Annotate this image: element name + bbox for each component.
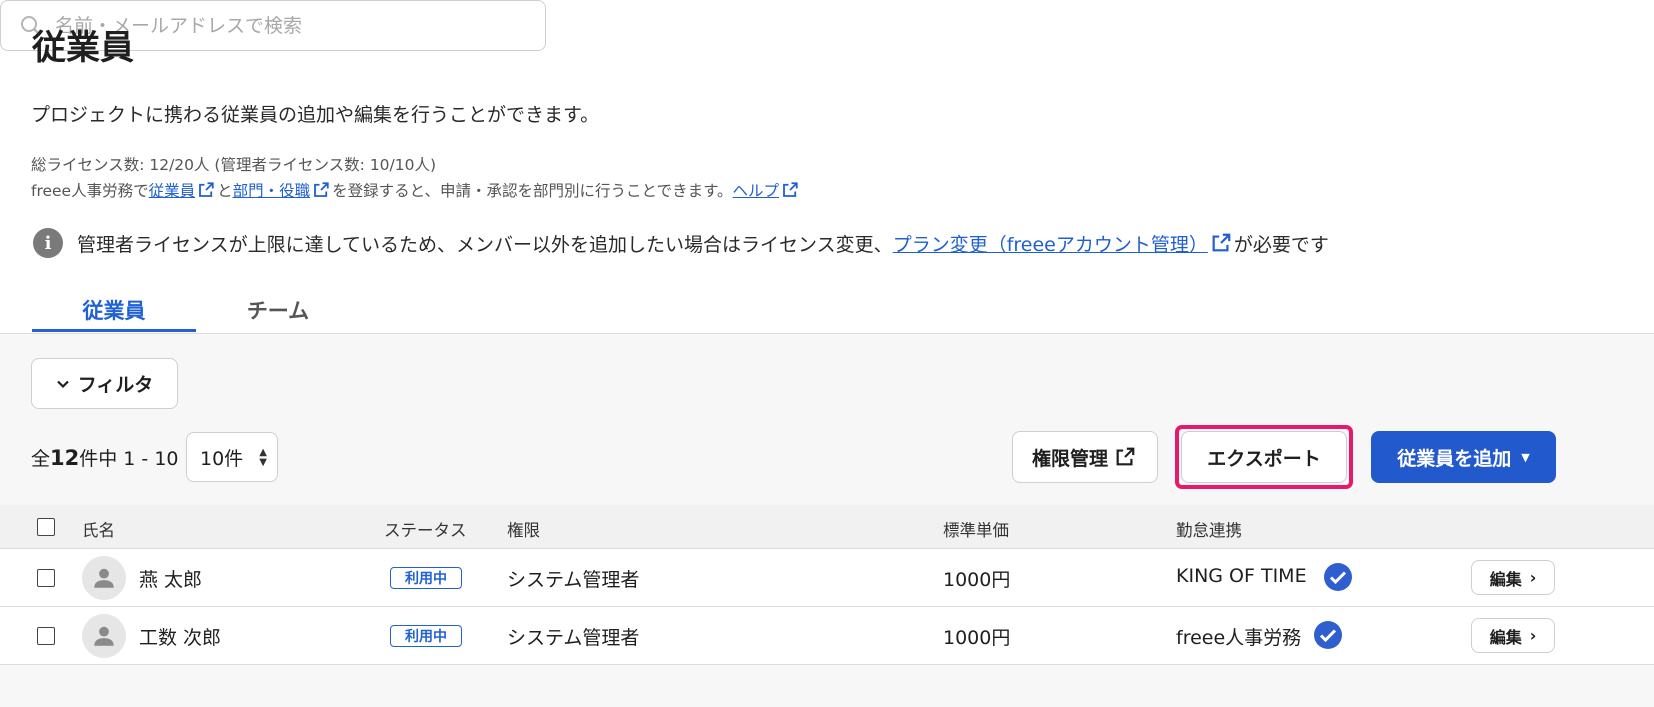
avatar [82, 614, 126, 658]
chevron-right-icon: › [1529, 568, 1537, 587]
permission-management-button[interactable]: 権限管理 [1012, 431, 1158, 483]
page-title: 従業員 [32, 28, 134, 68]
external-link-icon [1114, 446, 1136, 468]
result-count: 全12件中 1 - 10 [31, 444, 179, 471]
edit-button[interactable]: 編集 › [1471, 618, 1555, 653]
employee-role: システム管理者 [507, 569, 640, 591]
table-header: 氏名 ステータス 権限 標準単価 勤怠連携 [0, 505, 1654, 549]
status-badge: 利用中 [390, 625, 462, 647]
tab-employees[interactable]: 従業員 [32, 290, 196, 332]
notice-text: 管理者ライセンスが上限に達しているため、メンバー以外を追加したい場合はライセンス… [77, 233, 893, 256]
export-button[interactable]: エクスポート [1181, 431, 1347, 483]
employee-link[interactable]: 従業員 [149, 182, 196, 200]
page-description: プロジェクトに携わる従業員の追加や編集を行うことができます。 [31, 104, 600, 126]
filter-label: フィルタ [77, 374, 154, 396]
external-link-icon [781, 181, 799, 199]
license-notice: i 管理者ライセンスが上限に達しているため、メンバー以外を追加したい場合はライセ… [33, 226, 1329, 260]
avatar [82, 556, 126, 600]
header-status: ステータス [384, 521, 467, 540]
chevron-down-icon [56, 380, 69, 388]
tab-bar: 従業員 チーム [32, 290, 360, 332]
employee-rate: 1000円 [943, 627, 1011, 649]
tab-teams[interactable]: チーム [196, 290, 360, 332]
count-range: 件中 1 - 10 [79, 448, 179, 470]
info-icon: i [33, 228, 63, 258]
external-link-icon [312, 181, 330, 199]
register-prefix: freee人事労務で [31, 182, 149, 200]
status-badge: 利用中 [390, 567, 462, 589]
filter-button[interactable]: フィルタ [31, 358, 178, 409]
department-link[interactable]: 部門・役職 [233, 182, 311, 200]
person-icon [94, 626, 114, 646]
count-prefix: 全 [31, 448, 51, 470]
per-page-select[interactable]: 10件 ▲ ▼ [186, 432, 278, 482]
header-rate: 標準単価 [943, 521, 1009, 540]
register-info: freee人事労務で従業員 と部門・役職 を登録すると、申請・承認を部門別に行うこと… [31, 179, 801, 201]
employee-role: システム管理者 [507, 627, 640, 649]
notice-suffix: が必要です [1233, 233, 1329, 256]
chevron-right-icon: › [1529, 626, 1537, 645]
edit-label: 編集 [1489, 627, 1522, 647]
employee-name: 工数 次郎 [139, 627, 222, 649]
plan-change-link[interactable]: プラン変更（freeeアカウント管理） [893, 230, 1208, 257]
employee-name: 燕 太郎 [139, 569, 203, 591]
header-attendance: 勤怠連携 [1176, 521, 1242, 540]
external-link-icon [1210, 232, 1232, 254]
table-row: 燕 太郎 利用中 システム管理者 1000円 KING OF TIME 編集 › [0, 549, 1654, 607]
sort-arrows-icon: ▲ ▼ [259, 447, 267, 468]
check-circle-icon [1314, 621, 1342, 649]
header-name: 氏名 [82, 521, 115, 540]
edit-label: 編集 [1489, 569, 1522, 589]
employee-rate: 1000円 [943, 569, 1011, 591]
permission-label: 権限管理 [1031, 447, 1108, 470]
count-total: 12 [50, 446, 80, 470]
check-circle-icon [1324, 563, 1352, 591]
row-checkbox[interactable] [37, 569, 55, 587]
license-info: 総ライセンス数: 12/20人 (管理者ライセンス数: 10/10人) [31, 156, 437, 174]
person-icon [94, 568, 114, 588]
edit-button[interactable]: 編集 › [1471, 560, 1555, 595]
add-employee-label: 従業員を追加 [1397, 447, 1512, 470]
row-checkbox[interactable] [37, 627, 55, 645]
add-employee-button[interactable]: 従業員を追加 ▼ [1371, 431, 1556, 483]
table-row: 工数 次郎 利用中 システム管理者 1000円 freee人事労務 編集 › [0, 607, 1654, 665]
header-role: 権限 [507, 521, 540, 540]
register-and: と [217, 182, 233, 200]
register-suffix: を登録すると、申請・承認を部門別に行うことできます。 [332, 182, 733, 200]
attendance-integration: freee人事労務 [1176, 627, 1302, 649]
attendance-integration: KING OF TIME [1176, 565, 1307, 587]
per-page-value: 10件 [200, 447, 244, 470]
caret-down-icon: ▼ [1521, 450, 1530, 464]
external-link-icon [197, 181, 215, 199]
help-link[interactable]: ヘルプ [733, 182, 780, 200]
select-all-checkbox[interactable] [37, 518, 55, 536]
